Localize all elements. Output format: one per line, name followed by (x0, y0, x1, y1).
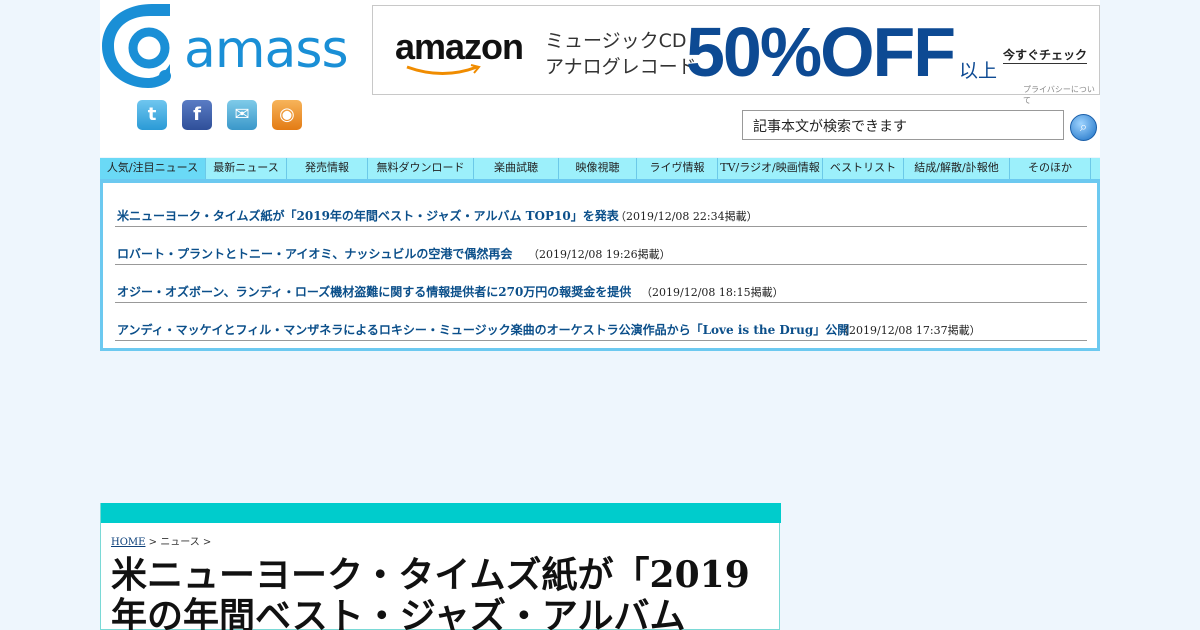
ad-check-link[interactable]: 今すぐチェック (1003, 46, 1088, 64)
amazon-smile-icon (406, 64, 481, 75)
nav-item-listen[interactable]: 楽曲試聴 (474, 158, 559, 179)
nav-item-latest[interactable]: 最新ニュース (206, 158, 287, 179)
article-header-bar (101, 503, 781, 523)
amass-logo-mark (102, 4, 171, 88)
ad-line-1: ミュージックCD (545, 30, 687, 52)
news-item: ロバート・プラントとトニー・アイオミ、ナッシュビルの空港で偶然再会 （2019/… (115, 227, 1087, 265)
site-logo[interactable]: amass (100, 4, 349, 88)
rss-icon[interactable]: ◉ (272, 100, 302, 130)
breadcrumb-home-link[interactable]: HOME (111, 537, 145, 548)
facebook-icon[interactable]: f (182, 100, 212, 130)
ad-brand: amazon (395, 26, 524, 67)
ad-discount: 50%OFF (686, 13, 956, 91)
ad-line-2: アナログレコード (545, 56, 697, 78)
category-nav: 人気/注目ニュース 最新ニュース 発売情報 無料ダウンロード 楽曲試聴 映像視聴… (100, 158, 1100, 180)
breadcrumb-news: ニュース (160, 537, 200, 548)
news-date: （2019/12/08 18:15掲載） (641, 286, 784, 299)
search-button[interactable]: ⌕ (1070, 114, 1097, 141)
breadcrumb: HOME > ニュース > (111, 533, 211, 548)
logo-text: amass (184, 20, 349, 80)
search-input[interactable]: 記事本文が検索できます (742, 110, 1064, 140)
nav-item-bestlist[interactable]: ベストリスト (823, 158, 904, 179)
news-title-link[interactable]: 米ニューヨーク・タイムズ紙が「2019年の年間ベスト・ジャズ・アルバム TOP1… (117, 207, 619, 224)
news-item: 米ニューヨーク・タイムズ紙が「2019年の年間ベスト・ジャズ・アルバム TOP1… (115, 189, 1087, 227)
breadcrumb-separator: > (145, 537, 161, 548)
nav-item-release[interactable]: 発売情報 (287, 158, 368, 179)
news-date: （2019/12/08 22:34掲載） (615, 210, 758, 223)
news-title-link[interactable]: ロバート・プラントとトニー・アイオミ、ナッシュビルの空港で偶然再会 (117, 245, 512, 262)
nav-item-video[interactable]: 映像視聴 (559, 158, 637, 179)
nav-item-popular[interactable]: 人気/注目ニュース (100, 158, 206, 179)
article-title: 米ニューヨーク・タイムズ紙が「2019年の年間ベスト・ジャズ・アルバム (111, 554, 750, 630)
news-date: （2019/12/08 17:37掲載） (838, 324, 981, 337)
mail-icon[interactable]: ✉ (227, 100, 257, 130)
advertisement-banner[interactable]: amazon ミュージックCD アナログレコード 50%OFF 以上 今すぐチェ… (372, 5, 1100, 105)
site-header: amass t f ✉ ◉ amazon ミュージックCD アナログレコード 5… (100, 0, 1100, 157)
breadcrumb-separator: > (199, 537, 212, 548)
nav-item-breakup[interactable]: 結成/解散/訃報他 (904, 158, 1010, 179)
nav-item-download[interactable]: 無料ダウンロード (368, 158, 474, 179)
ad-suffix: 以上 (959, 60, 998, 82)
news-item: アンディ・マッケイとフィル・マンザネラによるロキシー・ミュージック楽曲のオーケス… (115, 303, 1087, 341)
article: HOME > ニュース > 米ニューヨーク・タイムズ紙が「2019年の年間ベスト… (100, 503, 781, 630)
news-title-link[interactable]: オジー・オズボーン、ランディ・ローズ機材盗難に関する情報提供者に270万円の報奨… (117, 283, 631, 300)
nav-item-live[interactable]: ライヴ情報 (637, 158, 718, 179)
search-icon: ⌕ (1079, 120, 1088, 135)
news-title-link[interactable]: アンディ・マッケイとフィル・マンザネラによるロキシー・ミュージック楽曲のオーケス… (117, 321, 849, 338)
nav-item-tv[interactable]: TV/ラジオ/映画情報 (718, 158, 823, 179)
nav-item-other[interactable]: そのほか (1010, 158, 1091, 179)
ad-privacy-link[interactable]: プライバシーについて (1023, 84, 1099, 106)
news-item: オジー・オズボーン、ランディ・ローズ機材盗難に関する情報提供者に270万円の報奨… (115, 265, 1087, 303)
news-date: （2019/12/08 19:26掲載） (528, 248, 671, 261)
popular-news-list: 米ニューヨーク・タイムズ紙が「2019年の年間ベスト・ジャズ・アルバム TOP1… (100, 180, 1100, 351)
twitter-icon[interactable]: t (137, 100, 167, 130)
page: amass t f ✉ ◉ amazon ミュージックCD アナログレコード 5… (100, 0, 1100, 630)
